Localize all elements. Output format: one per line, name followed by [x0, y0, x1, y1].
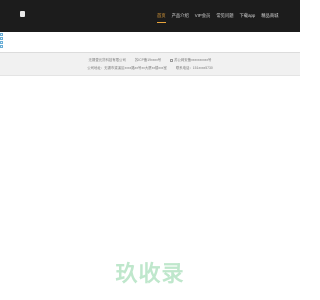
marker-icon [0, 45, 3, 48]
side-markers [0, 33, 4, 49]
top-navigation-bar: 首页 产品介绍 VIP会员 常见问题 下载app 精品商城 [0, 0, 300, 32]
nav-item-home[interactable]: 首页 [154, 0, 169, 32]
police-record-link[interactable]: 苏公网安备xxxxxxxxxx号 [170, 58, 211, 62]
watermark-logo: 玖收录 [115, 262, 185, 287]
nav-item-faq[interactable]: 常见问题 [213, 0, 236, 32]
footer-row-company: 无锡壹元贷科技有限公司 苏ICP备19xxxx号 苏公网安备xxxxxxxxxx… [0, 58, 300, 62]
nav-item-mall[interactable]: 精品商城 [258, 0, 281, 32]
police-badge-icon [170, 58, 174, 62]
icp-record-link[interactable]: 苏ICP备19xxxx号 [135, 58, 161, 62]
nav-item-vip[interactable]: VIP会员 [192, 0, 214, 32]
company-address: 公司地址：无锡市梁溪区xxxx路xx号xx大厦xx楼xxx室 [87, 66, 167, 70]
site-logo[interactable] [20, 11, 25, 17]
content-strip [0, 32, 300, 50]
main-nav: 首页 产品介绍 VIP会员 常见问题 下载app 精品商城 [154, 0, 281, 32]
nav-item-products[interactable]: 产品介绍 [169, 0, 192, 32]
marker-icon [0, 41, 3, 44]
nav-item-download-app[interactable]: 下载app [237, 0, 259, 32]
contact-phone: 联系电话：151xxxx5730 [175, 66, 213, 70]
company-name: 无锡壹元贷科技有限公司 [88, 58, 126, 62]
footer-row-contact: 公司地址：无锡市梁溪区xxxx路xx号xx大厦xx楼xxx室 联系电话：151x… [0, 66, 300, 70]
marker-icon [0, 37, 3, 40]
site-footer: 无锡壹元贷科技有限公司 苏ICP备19xxxx号 苏公网安备xxxxxxxxxx… [0, 52, 300, 76]
marker-icon [0, 33, 3, 36]
